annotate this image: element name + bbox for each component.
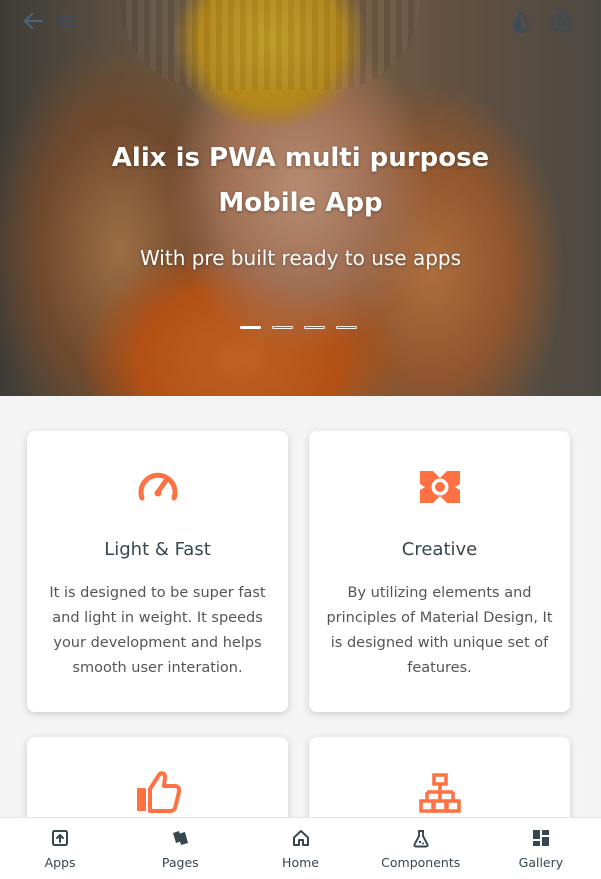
home-icon (292, 828, 310, 848)
hamburger-menu-icon[interactable] (55, 10, 79, 32)
speedometer-icon (27, 467, 288, 503)
gallery-grid-icon (532, 828, 550, 848)
nav-label-apps: Apps (44, 855, 76, 870)
thumbs-up-icon (27, 771, 288, 813)
feature-description: By utilizing elements and principles of … (326, 585, 553, 676)
nav-item-components[interactable]: Components (361, 818, 481, 879)
feature-card-creative[interactable]: Creative By utilizing elements and princ… (309, 431, 570, 712)
sitemap-icon (309, 773, 570, 815)
water-drop-icon[interactable] (509, 10, 533, 34)
gear-icon[interactable] (548, 9, 574, 35)
nav-item-gallery[interactable]: Gallery (481, 818, 601, 879)
nav-label-home: Home (282, 855, 319, 870)
flask-icon (412, 828, 430, 848)
hero-slider[interactable]: Alix is PWA multi purpose Mobile App Wit… (0, 0, 601, 396)
slider-dot-1[interactable] (240, 326, 261, 329)
feature-title: Creative (401, 539, 478, 560)
bottom-navigation: Apps Pages Home Components Gallery (0, 817, 601, 879)
nav-item-apps[interactable]: Apps (0, 818, 120, 879)
feature-description: It is designed to be super fast and ligh… (49, 585, 266, 676)
nav-label-components: Components (381, 855, 461, 870)
hero-title: Alix is PWA multi purpose Mobile App (0, 136, 601, 226)
nav-label-gallery: Gallery (518, 855, 564, 870)
pages-stack-icon (170, 828, 190, 848)
slider-dot-2[interactable] (272, 326, 293, 329)
nav-label-pages: Pages (161, 855, 199, 870)
feature-title: Light & Fast (104, 539, 211, 560)
hero-title-line2: Mobile App (218, 188, 383, 218)
hero-subtitle: With pre built ready to use apps (139, 246, 462, 270)
nav-item-pages[interactable]: Pages (120, 818, 240, 879)
feature-card-light-fast[interactable]: Light & Fast It is designed to be super … (27, 431, 288, 712)
slider-dot-4[interactable] (336, 326, 357, 329)
arrow-left-icon[interactable] (20, 10, 46, 32)
slider-dot-3[interactable] (304, 326, 325, 329)
nav-item-home[interactable]: Home (240, 818, 360, 879)
hero-title-line1: Alix is PWA multi purpose (111, 143, 490, 173)
apps-upload-box-icon (51, 828, 69, 848)
slider-pagination (240, 326, 357, 329)
aperture-icon (309, 469, 570, 505)
app-screen: Alix is PWA multi purpose Mobile App Wit… (0, 0, 601, 879)
